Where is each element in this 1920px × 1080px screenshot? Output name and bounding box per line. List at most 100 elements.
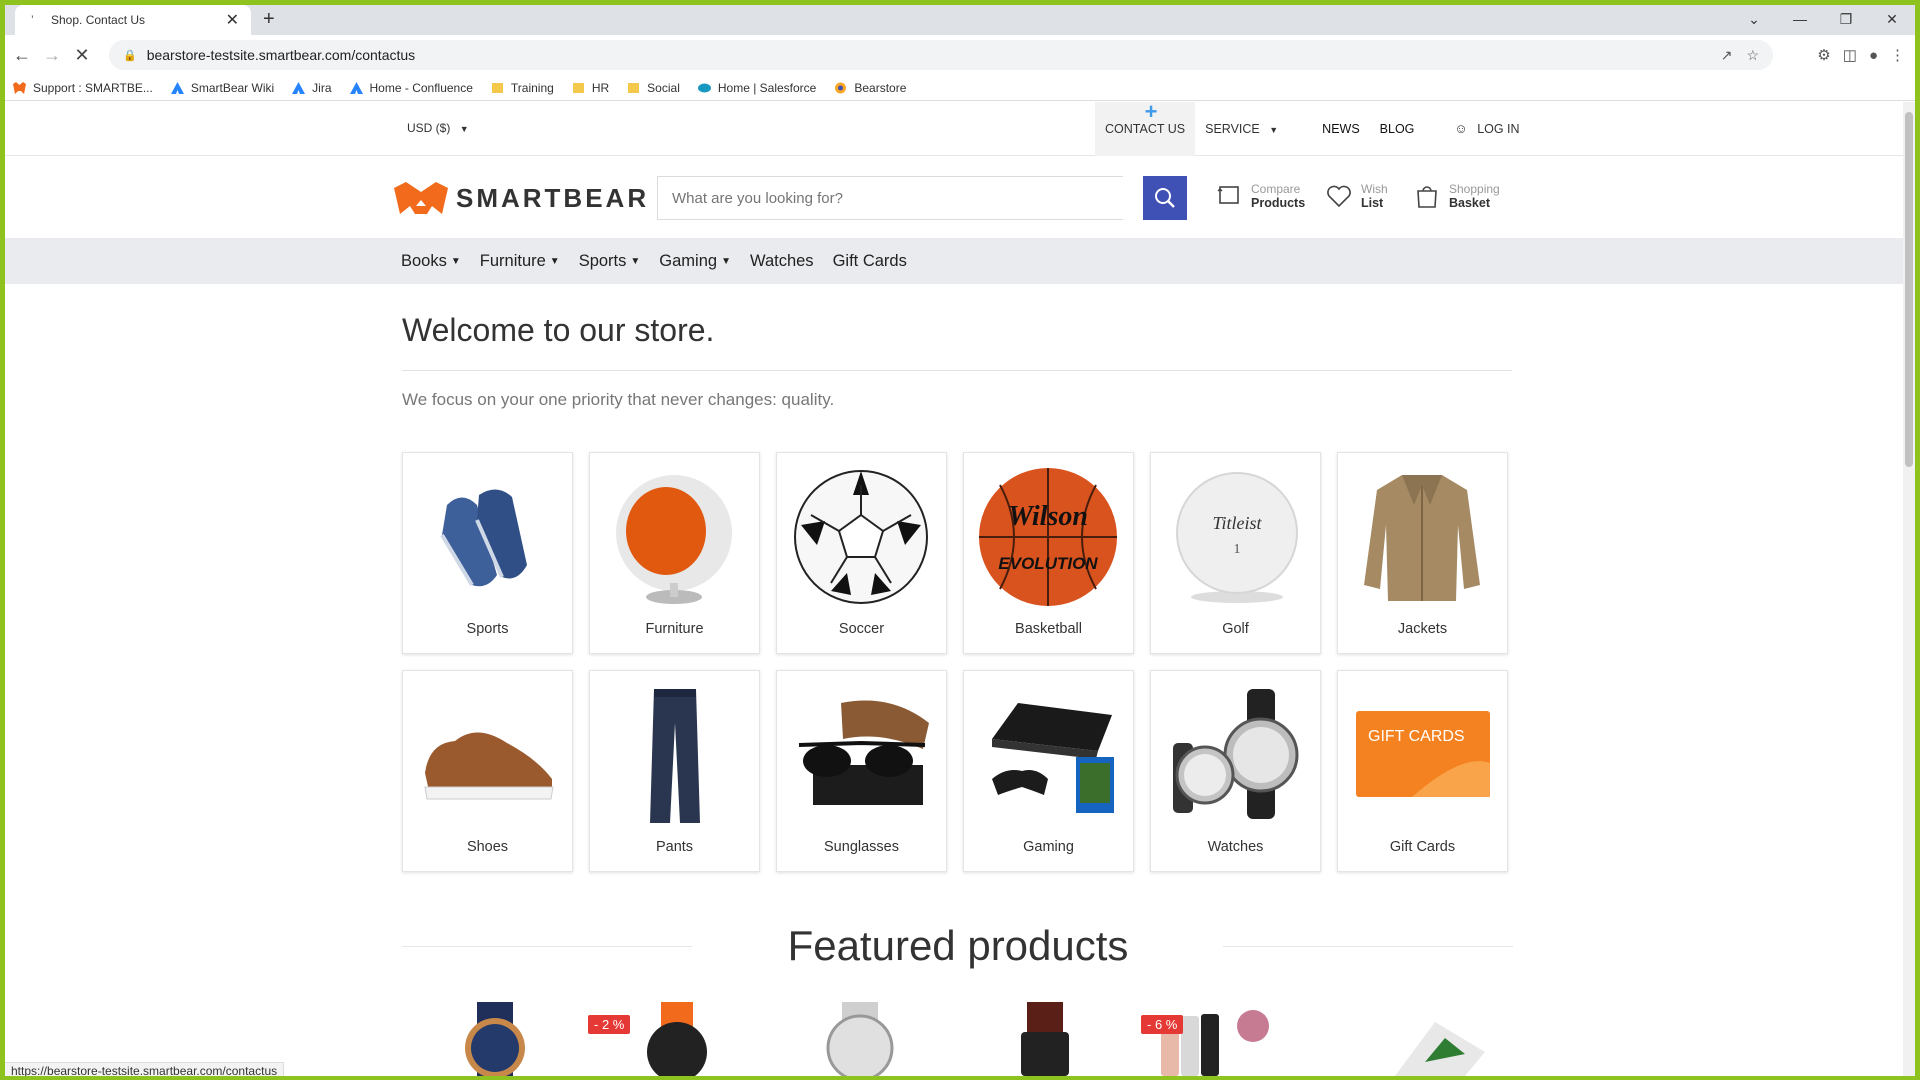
scrollbar-thumb[interactable] xyxy=(1905,112,1913,467)
category-tile-sunglasses[interactable]: Sunglasses xyxy=(776,670,947,872)
heart-icon xyxy=(1327,185,1351,208)
sunglasses-image xyxy=(798,700,929,805)
gift-card-text: GIFT CARDS xyxy=(1368,728,1465,745)
shopping-basket-link[interactable]: Shopping Basket xyxy=(1413,182,1500,210)
bookmark-jira[interactable]: Jira xyxy=(292,81,332,95)
close-tab-icon[interactable]: ✕ xyxy=(226,10,239,30)
lock-icon[interactable]: 🔒 xyxy=(123,49,137,62)
bookmark-label: SmartBear Wiki xyxy=(190,80,275,95)
chevron-down-icon: ▼ xyxy=(630,255,641,267)
menu-kebab-icon[interactable]: ⋮ xyxy=(1890,46,1905,64)
currency-selector[interactable]: USD ($) ▼ xyxy=(407,121,469,135)
discount-badge: - 6 % xyxy=(1141,1015,1184,1034)
service-dropdown[interactable]: SERVICE ▼ xyxy=(1195,102,1288,156)
product-watch-image[interactable] xyxy=(435,1002,555,1076)
compare-products-link[interactable]: Compare Products xyxy=(1215,182,1305,210)
basket-small: Shopping xyxy=(1449,182,1500,196)
category-tile-sports[interactable]: Sports xyxy=(402,452,573,654)
welcome-subtitle: We focus on your one priority that never… xyxy=(402,390,835,409)
menu-item-gift-cards[interactable]: Gift Cards xyxy=(833,252,907,271)
category-tile-gaming[interactable]: Gaming xyxy=(963,670,1134,872)
extensions-icon[interactable]: ⚙ xyxy=(1817,46,1830,64)
bookmark-hr[interactable]: HR xyxy=(572,81,609,95)
new-tab-icon[interactable]: + xyxy=(263,8,275,31)
atlassian-icon xyxy=(349,81,363,94)
wish-big: List xyxy=(1361,196,1384,210)
basket-big: Basket xyxy=(1449,196,1490,210)
category-tile-shoes[interactable]: Shoes xyxy=(402,670,573,872)
soccer-ball-image xyxy=(794,470,928,604)
tile-label: Golf xyxy=(1222,621,1249,637)
menu-item-books[interactable]: Books ▼ xyxy=(401,252,461,271)
user-icon: ☺ xyxy=(1454,121,1468,136)
status-bar: https://bearstore-testsite.smartbear.com… xyxy=(5,1062,285,1076)
bookmark-smartbear-wiki[interactable]: SmartBear Wiki xyxy=(170,80,275,95)
category-tile-watches[interactable]: Watches xyxy=(1150,670,1321,872)
menu-item-furniture[interactable]: Furniture ▼ xyxy=(480,252,560,271)
bookmark-star-icon[interactable]: ☆ xyxy=(1746,47,1759,64)
bookmark-training[interactable]: Training xyxy=(491,81,554,95)
category-tile-gift-cards[interactable]: GIFT CARDS Gift Cards xyxy=(1337,670,1508,872)
tile-label: Sports xyxy=(466,621,509,637)
address-url[interactable]: bearstore-testsite.smartbear.com/contact… xyxy=(147,47,415,63)
bookmark-bearstore[interactable]: Bearstore xyxy=(834,81,906,95)
minimize-icon[interactable]: — xyxy=(1777,5,1823,35)
bookmark-social[interactable]: Social xyxy=(627,81,680,95)
menu-label: Gaming xyxy=(659,251,718,270)
address-bar[interactable]: 🔒 bearstore-testsite.smartbear.com/conta… xyxy=(109,40,1773,70)
bookmark-label: HR xyxy=(591,80,610,95)
category-tile-furniture[interactable]: Furniture xyxy=(589,452,760,654)
tab-strip: ’ Shop. Contact Us ✕ + ⌄ — ❐ ✕ xyxy=(5,5,1915,35)
bookmark-salesforce[interactable]: Home | Salesforce xyxy=(697,81,816,95)
product-watch-image[interactable] xyxy=(617,1002,737,1076)
stop-loading-icon[interactable]: ✕ xyxy=(67,45,97,66)
browser-window: ’ Shop. Contact Us ✕ + ⌄ — ❐ ✕ ← → ✕ 🔒 b… xyxy=(5,5,1915,1076)
forward-icon[interactable]: → xyxy=(37,45,67,66)
browser-tab[interactable]: ’ Shop. Contact Us ✕ xyxy=(15,5,251,35)
side-panel-icon[interactable]: ◫ xyxy=(1843,46,1857,64)
atlassian-icon xyxy=(292,81,306,94)
menu-item-gaming[interactable]: Gaming ▼ xyxy=(659,252,731,271)
bookmark-confluence[interactable]: Home - Confluence xyxy=(349,81,473,95)
folder-icon xyxy=(491,82,503,93)
search-box[interactable] xyxy=(657,176,1123,220)
category-tile-jackets[interactable]: Jackets xyxy=(1337,452,1508,654)
news-link[interactable]: NEWS xyxy=(1312,102,1370,156)
product-image[interactable] xyxy=(1375,1002,1495,1076)
tab-search-icon[interactable]: ⌄ xyxy=(1731,5,1777,35)
back-icon[interactable]: ← xyxy=(7,45,37,66)
menu-item-sports[interactable]: Sports ▼ xyxy=(579,252,641,271)
smartbear-logo[interactable]: SMARTBEAR xyxy=(394,182,649,214)
compare-small: Compare xyxy=(1251,182,1301,196)
wish-list-link[interactable]: Wish List xyxy=(1325,182,1388,210)
search-input[interactable] xyxy=(672,189,1123,207)
window-controls: ⌄ — ❐ ✕ xyxy=(1731,5,1915,35)
menu-label: Furniture xyxy=(479,251,546,270)
sneakers-image xyxy=(440,489,527,587)
restore-icon[interactable]: ❐ xyxy=(1823,5,1869,35)
golf-brand: Titleist xyxy=(1212,513,1262,533)
blog-link[interactable]: BLOG xyxy=(1370,102,1425,156)
category-tile-golf[interactable]: Titleist 1 Golf xyxy=(1150,452,1321,654)
category-tile-basketball[interactable]: Wilson EVOLUTION Basketball xyxy=(963,452,1134,654)
category-menu-bar: Books ▼ Furniture ▼ Sports ▼ Gaming ▼ Watche… xyxy=(5,238,1903,284)
search-button[interactable] xyxy=(1143,176,1187,220)
login-link[interactable]: ☺ LOG IN xyxy=(1444,102,1529,156)
menu-item-watches[interactable]: Watches xyxy=(750,252,814,271)
bookmarks-bar: Support : SMARTBE... SmartBear Wiki Jira… xyxy=(5,75,1915,101)
product-watch-image[interactable] xyxy=(985,1002,1105,1076)
close-window-icon[interactable]: ✕ xyxy=(1869,5,1915,35)
product-watch-image[interactable] xyxy=(800,1002,920,1076)
watches-image xyxy=(1173,689,1299,819)
category-tile-soccer[interactable]: Soccer xyxy=(776,452,947,654)
add-plus-icon[interactable]: + xyxy=(1141,102,1161,123)
profile-icon[interactable]: ● xyxy=(1869,47,1878,64)
product-phones-image[interactable] xyxy=(1155,1002,1275,1076)
category-tile-pants[interactable]: Pants xyxy=(589,670,760,872)
page-scrollbar[interactable] xyxy=(1903,102,1915,1076)
bookmark-support[interactable]: Support : SMARTBE... xyxy=(13,81,153,95)
service-label: SERVICE xyxy=(1205,122,1260,136)
divider xyxy=(402,370,1512,371)
share-icon[interactable]: ↗ xyxy=(1721,47,1733,64)
salesforce-icon xyxy=(697,83,711,92)
